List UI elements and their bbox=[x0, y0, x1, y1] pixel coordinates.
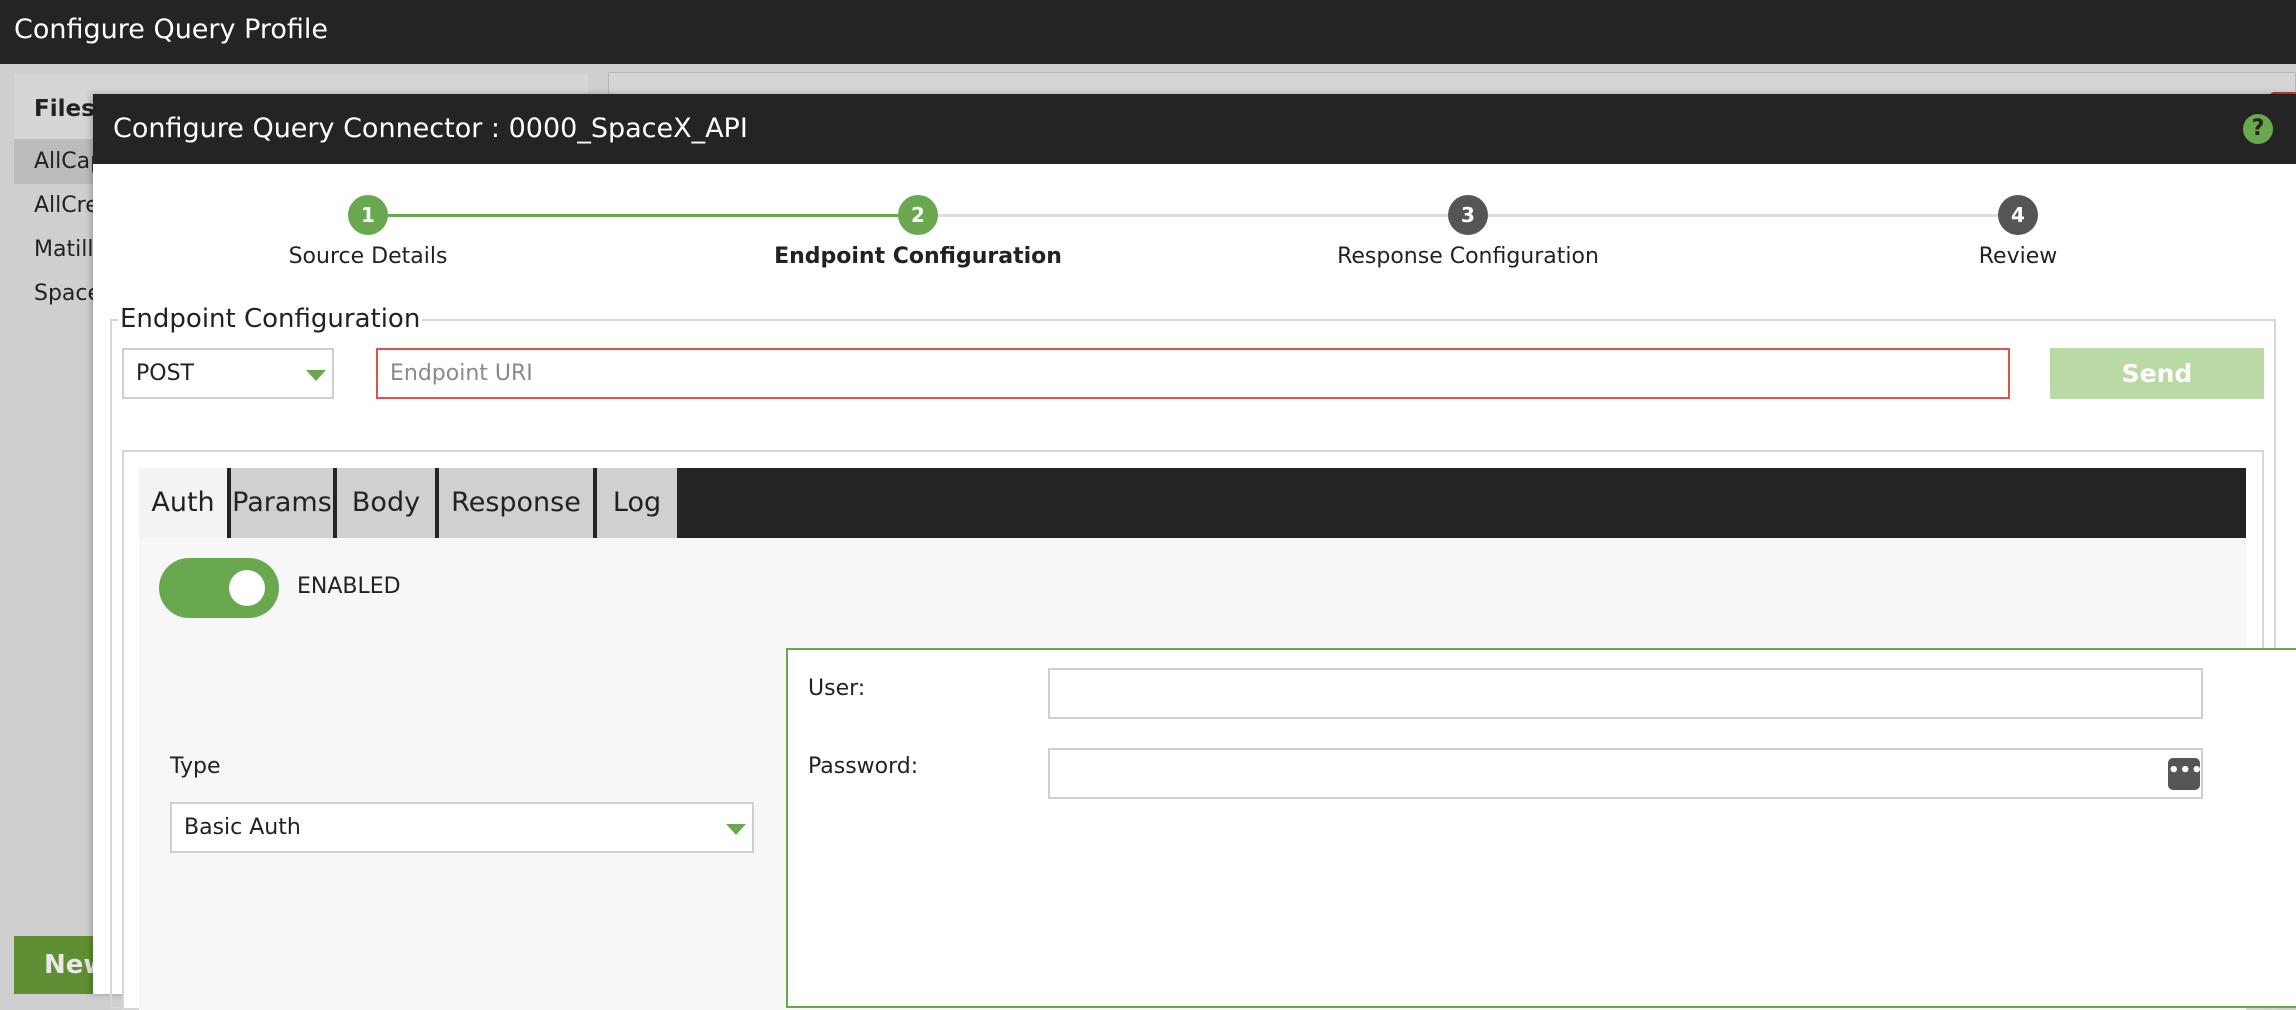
chevron-down-icon bbox=[306, 370, 326, 381]
tab-params[interactable]: Params bbox=[231, 468, 333, 538]
step-2-label: Endpoint Configuration bbox=[774, 244, 1062, 269]
password-label: Password: bbox=[808, 754, 919, 779]
user-label: User: bbox=[808, 676, 866, 701]
step-4-circle[interactable]: 4 bbox=[1998, 195, 2038, 235]
endpoint-configuration-title: Endpoint Configuration bbox=[118, 304, 423, 334]
tab-log[interactable]: Log bbox=[597, 468, 677, 538]
toggle-knob bbox=[229, 570, 265, 606]
step-2-circle[interactable]: 2 bbox=[898, 195, 938, 235]
auth-type-label: Type bbox=[170, 754, 221, 779]
step-3-circle[interactable]: 3 bbox=[1448, 195, 1488, 235]
configure-connector-modal: Configure Query Connector : 0000_SpaceX_… bbox=[93, 94, 2296, 1010]
tab-body[interactable]: Body bbox=[337, 468, 435, 538]
modal-header: Configure Query Connector : 0000_SpaceX_… bbox=[93, 94, 2296, 164]
auth-type-select[interactable]: Basic Auth bbox=[170, 802, 754, 853]
send-button[interactable]: Send bbox=[2050, 348, 2264, 399]
user-input[interactable] bbox=[1048, 668, 2203, 719]
app-title-bar: Configure Query Profile bbox=[0, 0, 2296, 64]
step-1-circle[interactable]: 1 bbox=[348, 195, 388, 235]
help-icon[interactable]: ? bbox=[2243, 114, 2273, 144]
password-input[interactable] bbox=[1048, 748, 2203, 799]
modal-title: Configure Query Connector : 0000_SpaceX_… bbox=[113, 113, 748, 144]
reveal-password-icon[interactable]: ••• bbox=[2168, 758, 2203, 790]
tab-auth[interactable]: Auth bbox=[139, 468, 227, 538]
endpoint-uri-input[interactable] bbox=[376, 348, 2010, 399]
auth-type-value: Basic Auth bbox=[184, 815, 301, 840]
step-3-label: Response Configuration bbox=[1337, 244, 1599, 269]
auth-enabled-toggle[interactable] bbox=[159, 558, 279, 618]
http-method-value: POST bbox=[136, 361, 194, 386]
step-1-label: Source Details bbox=[288, 244, 448, 269]
tab-response[interactable]: Response bbox=[439, 468, 593, 538]
step-4-label: Review bbox=[1978, 244, 2058, 269]
auth-enabled-label: ENABLED bbox=[297, 574, 401, 599]
step-connector-done bbox=[368, 214, 918, 217]
chevron-down-icon bbox=[726, 824, 746, 835]
http-method-select[interactable]: POST bbox=[122, 348, 334, 399]
app-title: Configure Query Profile bbox=[14, 14, 329, 45]
